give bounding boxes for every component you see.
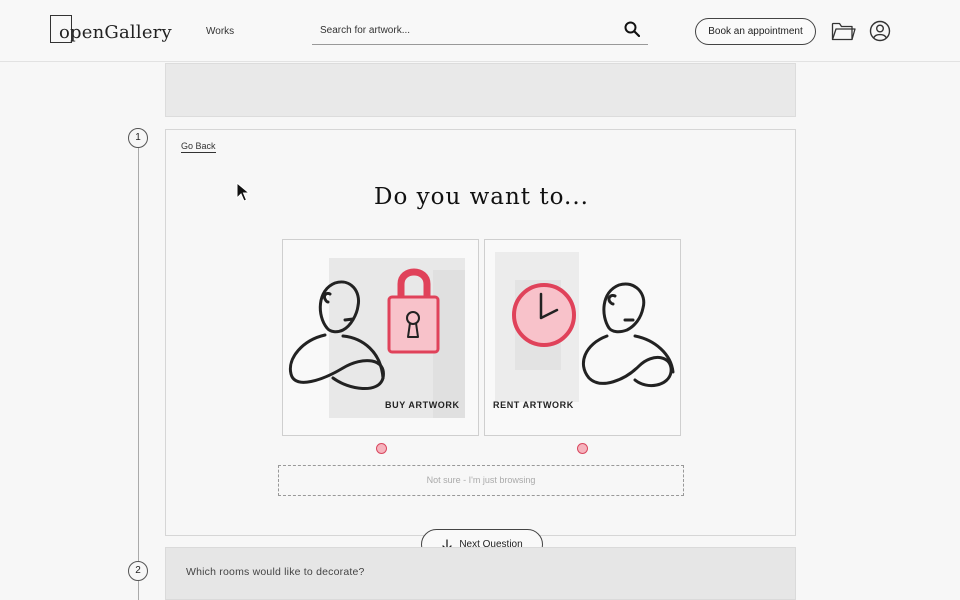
rent-artwork-radio[interactable]: [577, 443, 588, 454]
step-1-marker: 1: [128, 128, 148, 148]
go-back-link[interactable]: Go Back: [181, 141, 216, 153]
buy-artwork-label: BUY ARTWORK: [385, 400, 460, 410]
user-icon[interactable]: [869, 20, 891, 42]
question-card: Go Back Do you want to... BUY ARTWORK RE…: [165, 129, 796, 536]
search-input[interactable]: [320, 22, 610, 38]
not-sure-option[interactable]: Not sure - I'm just browsing: [278, 465, 684, 496]
nav-works-link[interactable]: Works: [206, 26, 234, 37]
folder-icon[interactable]: [831, 20, 856, 42]
search-icon[interactable]: [624, 21, 640, 37]
rent-artwork-label: RENT ARTWORK: [493, 400, 574, 410]
clock-icon: [512, 283, 576, 347]
buy-artwork-option[interactable]: BUY ARTWORK: [282, 239, 479, 436]
book-appointment-button[interactable]: Book an appointment: [695, 18, 816, 45]
buy-artwork-radio[interactable]: [376, 443, 387, 454]
mouse-cursor-icon: [236, 182, 250, 202]
search-bar: [312, 14, 648, 45]
question-title: Do you want to...: [374, 184, 589, 210]
person-illustration: [582, 282, 675, 388]
rent-artwork-option[interactable]: RENT ARTWORK: [484, 239, 681, 436]
page: openGallery Works Book an appointment 1 …: [0, 0, 960, 600]
header: openGallery Works Book an appointment: [0, 0, 960, 62]
logo[interactable]: openGallery: [50, 15, 172, 45]
logo-text: openGallery: [59, 22, 172, 43]
previous-section-placeholder: [165, 63, 796, 117]
question-2-text: Which rooms would like to decorate?: [186, 566, 365, 578]
question-2-card[interactable]: Which rooms would like to decorate?: [165, 547, 796, 600]
timeline-line: [138, 146, 139, 600]
step-2-marker: 2: [128, 561, 148, 581]
